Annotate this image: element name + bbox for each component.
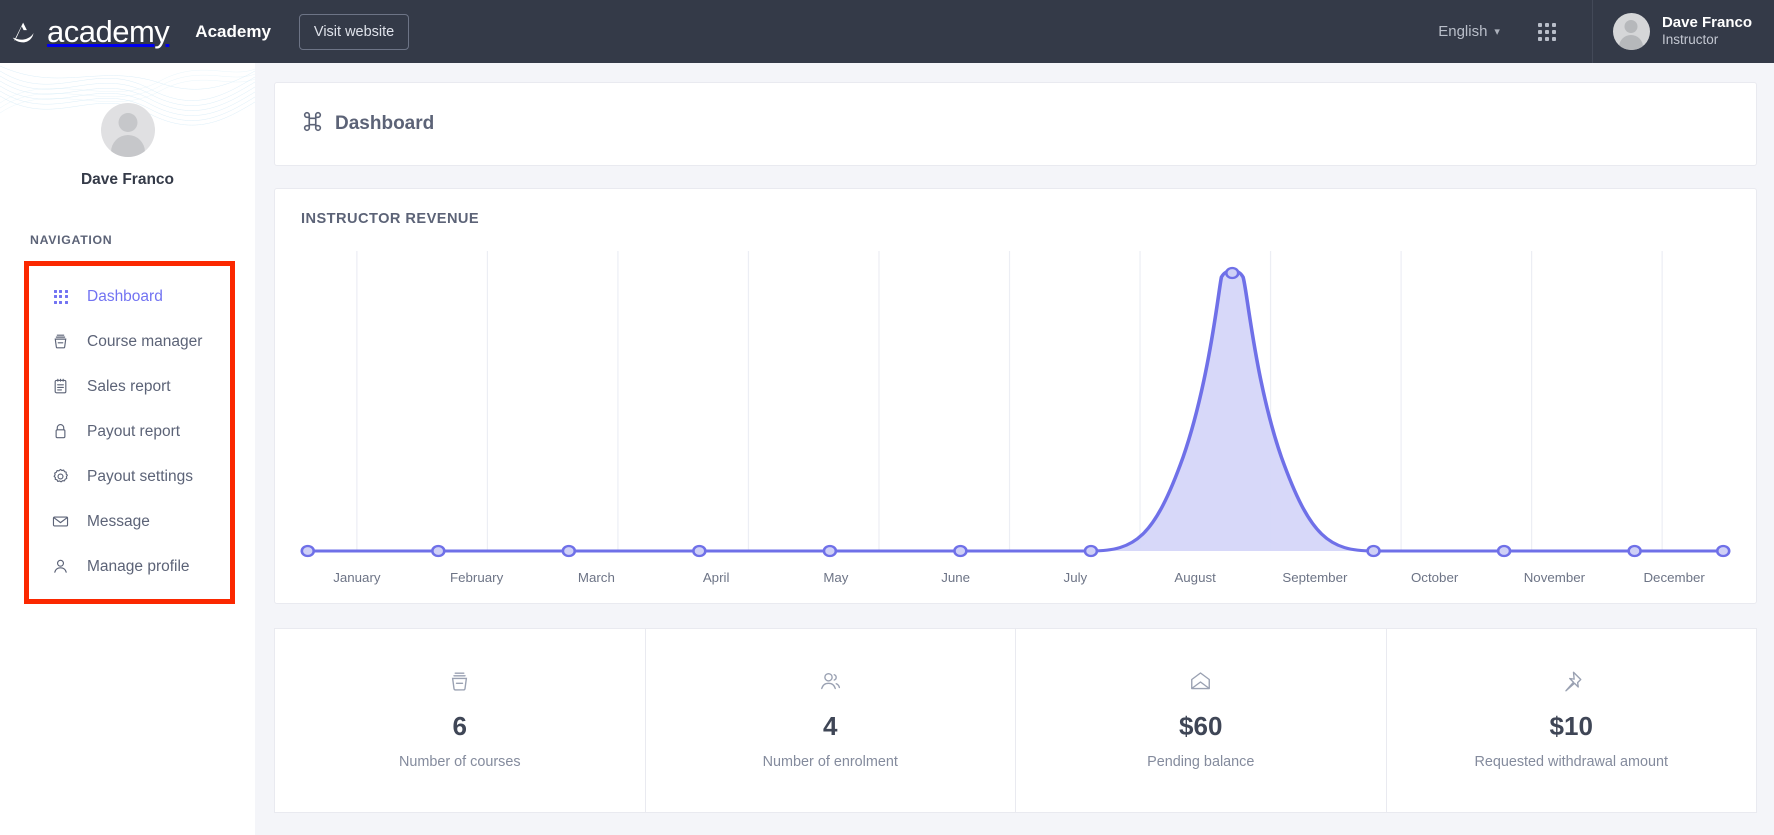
stat-value: $60: [1026, 711, 1376, 742]
apps-dot: [1545, 23, 1549, 27]
academy-logo-text: academy: [47, 14, 169, 50]
revenue-chart-svg[interactable]: [297, 251, 1734, 566]
instructor-revenue-card: INSTRUCTOR REVENUE: [274, 188, 1757, 604]
brand-block: academy Academy Visit website: [0, 14, 409, 50]
sidebar-item-course-manager[interactable]: Course manager: [29, 319, 230, 364]
navigation-menu: Dashboard Course manager: [24, 261, 235, 604]
sidebar-item-label: Course manager: [87, 333, 202, 351]
sidebar-item-sales-report[interactable]: Sales report: [29, 364, 230, 409]
sidebar-profile: Dave Franco: [0, 63, 255, 189]
user-name: Dave Franco: [1662, 14, 1752, 33]
chart-x-label: February: [417, 570, 537, 585]
stat-label: Number of courses: [285, 754, 635, 770]
page-title: Dashboard: [335, 113, 434, 135]
stats-row: 6 Number of courses 4 Number of enrolmen…: [274, 628, 1757, 813]
user-text: Dave Franco Instructor: [1662, 14, 1752, 50]
language-label: English: [1438, 23, 1487, 40]
avatar: [1613, 13, 1650, 50]
chart-x-label: September: [1255, 570, 1375, 585]
chart-x-label: May: [776, 570, 896, 585]
stat-label: Requested withdrawal amount: [1397, 754, 1747, 770]
stat-label: Pending balance: [1026, 754, 1376, 770]
chart-gridlines: [357, 251, 1662, 551]
people-icon: [656, 667, 1006, 695]
apps-dot: [1538, 30, 1542, 34]
sidebar-item-label: Payout report: [87, 423, 180, 441]
chart-x-axis-labels: January February March April May June Ju…: [297, 570, 1734, 591]
chart-x-label: June: [896, 570, 1016, 585]
envelope-icon: [51, 512, 70, 531]
apps-dot: [1545, 37, 1549, 41]
apps-dot: [1552, 37, 1556, 41]
stat-value: $10: [1397, 711, 1747, 742]
stat-value: 4: [656, 711, 1006, 742]
sidebar-item-message[interactable]: Message: [29, 499, 230, 544]
user-menu[interactable]: Dave Franco Instructor: [1592, 0, 1774, 63]
chart-points: [302, 268, 1729, 556]
sidebar-user-name: Dave Franco: [0, 171, 255, 189]
stat-label: Number of enrolment: [656, 754, 1006, 770]
pin-icon: [1397, 667, 1747, 695]
apps-dot: [1538, 37, 1542, 41]
sidebar-item-label: Dashboard: [87, 288, 163, 306]
apps-dot: [1552, 30, 1556, 34]
inbox-icon: [1026, 667, 1376, 695]
course-basket-icon: [51, 332, 70, 351]
sidebar-item-label: Payout settings: [87, 468, 193, 486]
sidebar-item-payout-report[interactable]: Payout report: [29, 409, 230, 454]
app-shell: Dave Franco NAVIGATION Dashboard: [0, 63, 1774, 835]
sidebar-item-payout-settings[interactable]: Payout settings: [29, 454, 230, 499]
navigation-heading: NAVIGATION: [30, 233, 255, 247]
chevron-down-icon: ▾: [1494, 25, 1500, 38]
stat-card-number-of-enrolment: 4 Number of enrolment: [645, 628, 1016, 813]
stat-value: 6: [285, 711, 635, 742]
apps-dot: [1545, 30, 1549, 34]
chart-x-label: December: [1614, 570, 1734, 585]
site-name: Academy: [195, 22, 271, 42]
person-icon: [51, 557, 70, 576]
chart-title: INSTRUCTOR REVENUE: [301, 211, 1734, 227]
stat-card-pending-balance: $60 Pending balance: [1015, 628, 1386, 813]
chart-x-label: August: [1135, 570, 1255, 585]
chart-area-fill: [308, 270, 1723, 551]
sidebar-item-label: Message: [87, 513, 150, 531]
stat-card-number-of-courses: 6 Number of courses: [274, 628, 645, 813]
chart-line: [308, 270, 1723, 551]
apps-grid-icon[interactable]: [1538, 23, 1556, 41]
chart-x-label: November: [1495, 570, 1615, 585]
sidebar-item-label: Sales report: [87, 378, 171, 396]
academy-logo-icon: [10, 17, 40, 47]
gear-icon: [51, 467, 70, 486]
revenue-chart: January February March April May June Ju…: [297, 251, 1734, 591]
top-bar-right: English ▾ Dave Franco Instructor: [1422, 0, 1774, 63]
sidebar: Dave Franco NAVIGATION Dashboard: [0, 63, 255, 835]
chart-x-label: January: [297, 570, 417, 585]
academy-logo-link[interactable]: academy: [10, 14, 169, 50]
user-role: Instructor: [1662, 32, 1752, 49]
chart-x-label: October: [1375, 570, 1495, 585]
course-basket-icon: [285, 667, 635, 695]
visit-website-button[interactable]: Visit website: [299, 14, 409, 50]
chart-x-label: July: [1016, 570, 1136, 585]
apps-dot: [1538, 23, 1542, 27]
lock-icon: [51, 422, 70, 441]
chart-x-label: April: [656, 570, 776, 585]
apps-dot: [1552, 23, 1556, 27]
main-content: Dashboard INSTRUCTOR REVENUE: [255, 63, 1774, 835]
sidebar-item-dashboard[interactable]: Dashboard: [29, 274, 230, 319]
page-header-card: Dashboard: [274, 82, 1757, 166]
sidebar-item-label: Manage profile: [87, 558, 190, 576]
language-selector[interactable]: English ▾: [1422, 23, 1516, 40]
avatar: [101, 103, 155, 157]
sidebar-item-manage-profile[interactable]: Manage profile: [29, 544, 230, 589]
chart-x-label: March: [537, 570, 657, 585]
top-bar: academy Academy Visit website English ▾ …: [0, 0, 1774, 63]
command-icon: [302, 111, 323, 137]
clipboard-icon: [51, 377, 70, 396]
grid-dots-icon: [51, 287, 70, 306]
stat-card-requested-withdrawal-amount: $10 Requested withdrawal amount: [1386, 628, 1758, 813]
